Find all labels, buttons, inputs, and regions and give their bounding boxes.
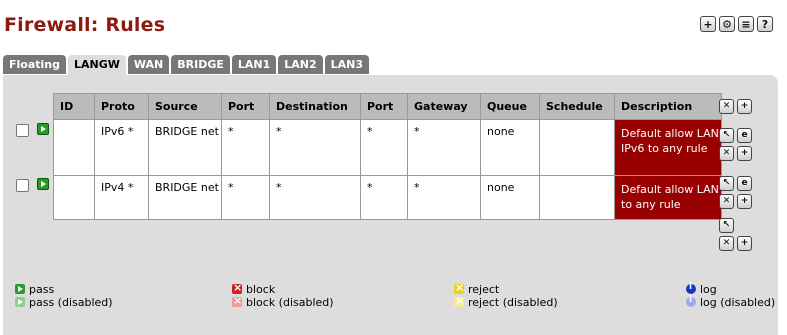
cell-port: * [221, 175, 270, 220]
cell-description: Default allow LAN to any rule [614, 175, 722, 220]
legend-log-disabled: log (disabled) [686, 295, 776, 309]
rules-table: ID Proto Source Port Destination Port Ga… [53, 93, 722, 220]
table-row[interactable]: IPv4 * BRIDGE net * * * * none Default a… [53, 175, 722, 220]
cell-description: Default allow LAN IPv6 to any rule [614, 119, 722, 176]
cell-dest-port: * [360, 175, 408, 220]
move-to-end-icon[interactable]: ↖ [719, 218, 734, 233]
legend-block-disabled-label: block (disabled) [246, 296, 334, 309]
legend-block-label: block [246, 283, 276, 296]
pass-icon [15, 284, 25, 294]
col-gateway[interactable]: Gateway [407, 93, 481, 120]
page-title: Firewall: Rules [4, 14, 166, 36]
col-dest-port[interactable]: Port [360, 93, 408, 120]
col-destination[interactable]: Destination [269, 93, 361, 120]
cell-schedule [539, 119, 615, 176]
legend-reject-label: reject [468, 283, 500, 296]
col-port[interactable]: Port [221, 93, 270, 120]
delete-selected-icon[interactable]: ✕ [719, 99, 734, 114]
log-disabled-icon [686, 295, 696, 307]
reject-disabled-icon [454, 294, 464, 307]
tab-lan2[interactable]: LAN2 [278, 55, 323, 74]
tab-lan1[interactable]: LAN1 [231, 55, 277, 74]
col-queue[interactable]: Queue [480, 93, 540, 120]
cell-source: BRIDGE net [148, 175, 222, 220]
row-1-select-checkbox[interactable] [16, 124, 29, 137]
legend-pass-disabled: pass (disabled) [15, 296, 113, 309]
col-description[interactable]: Description [614, 93, 722, 120]
legend-reject-disabled: reject (disabled) [454, 294, 558, 309]
pass-icon[interactable] [37, 178, 49, 190]
cell-queue: none [480, 119, 540, 176]
delete-rule-icon[interactable]: ✕ [719, 194, 734, 209]
cell-id [53, 119, 95, 176]
move-here-icon[interactable]: ↖ [719, 128, 734, 143]
block-icon [232, 281, 242, 294]
cell-gateway: * [407, 119, 481, 176]
log-icon[interactable]: ≡ [738, 16, 754, 32]
tab-wan[interactable]: WAN [127, 55, 170, 74]
legend-log-label: log [700, 283, 717, 296]
legend-pass: pass [15, 283, 54, 296]
cell-dest-port: * [360, 119, 408, 176]
delete-selected-bottom-icon[interactable]: ✕ [719, 236, 734, 251]
edit-rule-icon[interactable]: e [737, 176, 752, 191]
col-source[interactable]: Source [148, 93, 222, 120]
cell-queue: none [480, 175, 540, 220]
legend-log-disabled-label: log (disabled) [700, 296, 776, 309]
add-similar-rule-icon[interactable]: + [737, 146, 752, 161]
cell-proto: IPv4 * [94, 175, 149, 220]
tab-lan3[interactable]: LAN3 [324, 55, 370, 74]
col-proto[interactable]: Proto [94, 93, 149, 120]
cell-source: BRIDGE net [148, 119, 222, 176]
tab-bridge[interactable]: BRIDGE [171, 55, 230, 74]
move-here-icon[interactable]: ↖ [719, 176, 734, 191]
cell-destination: * [269, 175, 361, 220]
add-rule-bottom-icon[interactable]: + [737, 236, 752, 251]
table-header-row: ID Proto Source Port Destination Port Ga… [53, 93, 722, 120]
cell-destination: * [269, 119, 361, 176]
legend-block-disabled: block (disabled) [232, 294, 334, 309]
cell-id [53, 175, 95, 220]
block-disabled-icon [232, 294, 242, 307]
pass-disabled-icon [15, 297, 25, 307]
add-similar-rule-icon[interactable]: + [737, 194, 752, 209]
reject-icon [454, 281, 464, 294]
settings-icon[interactable]: ⚙ [719, 16, 735, 32]
cell-port: * [221, 119, 270, 176]
col-schedule[interactable]: Schedule [539, 93, 615, 120]
tab-langw[interactable]: LANGW [68, 55, 126, 75]
add-rule-icon[interactable]: + [737, 99, 752, 114]
cell-proto: IPv6 * [94, 119, 149, 176]
row-2-select-checkbox[interactable] [16, 179, 29, 192]
edit-rule-icon[interactable]: e [737, 128, 752, 143]
legend-reject-disabled-label: reject (disabled) [468, 296, 558, 309]
cell-schedule [539, 175, 615, 220]
legend-pass-disabled-label: pass (disabled) [29, 296, 113, 309]
cell-gateway: * [407, 175, 481, 220]
legend-pass-label: pass [29, 283, 55, 296]
tab-floating[interactable]: Floating [3, 55, 66, 74]
help-icon[interactable]: ? [757, 16, 773, 32]
top-toolbar: + ⚙ ≡ ? [700, 16, 773, 32]
col-id[interactable]: ID [53, 93, 95, 120]
table-row[interactable]: IPv6 * BRIDGE net * * * * none Default a… [53, 119, 722, 176]
rules-panel: ID Proto Source Port Destination Port Ga… [3, 75, 778, 335]
pass-icon[interactable] [37, 123, 49, 135]
delete-rule-icon[interactable]: ✕ [719, 146, 734, 161]
interface-tabs: Floating LANGW WAN BRIDGE LAN1 LAN2 LAN3 [3, 55, 370, 75]
add-icon[interactable]: + [700, 16, 716, 32]
log-icon [686, 282, 696, 294]
